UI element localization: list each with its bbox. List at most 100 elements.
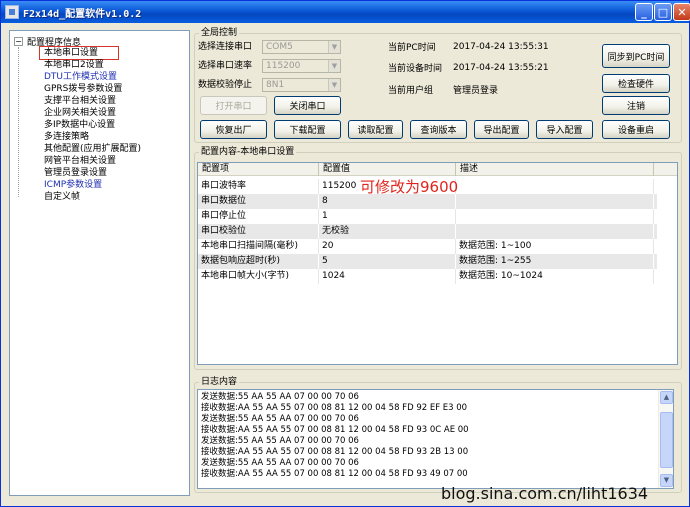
config-tree[interactable]: − 配置程序信息 本地串口设置 本地串口2设置 DTU工作模式设置 GPRS拨号参数设…: [9, 30, 190, 496]
table-cell-item[interactable]: 本地串口帧大小(字节): [198, 269, 319, 284]
parity-select[interactable]: 8N1 ▼: [262, 78, 341, 92]
chevron-down-icon[interactable]: ▼: [328, 60, 340, 72]
log-line: 接收数据:AA 55 AA 55 07 00 08 81 12 00 04 58…: [201, 447, 469, 457]
log-scrollbar[interactable]: ▲ ▼: [658, 390, 673, 488]
read-config-button[interactable]: 读取配置: [348, 120, 403, 139]
tree-item[interactable]: 自定义帧: [44, 191, 80, 203]
restart-device-button[interactable]: 设备重启: [602, 120, 670, 139]
tree-item[interactable]: 企业网关相关设置: [44, 107, 116, 119]
table-row[interactable]: 串口校验位 无校验: [198, 224, 657, 239]
log-line: 发送数据:55 AA 55 AA 07 00 00 70 06: [201, 414, 359, 424]
port-value: COM5: [266, 42, 293, 52]
parity-label: 数据校验停止: [198, 80, 253, 90]
chevron-down-icon[interactable]: ▼: [328, 79, 340, 91]
group-label: 日志内容: [199, 377, 240, 388]
device-time-value: 2017-04-24 13:55:21: [453, 63, 549, 73]
edit-annotation: 可修改为9600: [360, 178, 459, 196]
tree-root[interactable]: − 配置程序信息: [14, 35, 82, 48]
table-row[interactable]: 本地串口帧大小(字节) 1024 数据范围: 10~1024: [198, 269, 657, 284]
table-cell-item[interactable]: 数据包响应超时(秒): [198, 254, 319, 269]
close-icon: ✕: [677, 5, 687, 19]
open-port-button[interactable]: 打开串口: [200, 96, 267, 115]
table-cell-item[interactable]: 串口停止位: [198, 209, 319, 224]
column-header-item[interactable]: 配置项: [198, 163, 319, 176]
factory-reset-button[interactable]: 恢复出厂: [200, 120, 267, 139]
table-cell-desc[interactable]: [456, 209, 654, 224]
table-cell-desc[interactable]: 数据范围: 1~100: [456, 239, 654, 254]
logout-button[interactable]: 注销: [602, 96, 670, 115]
close-button[interactable]: ✕: [673, 3, 690, 21]
export-config-button[interactable]: 导出配置: [474, 120, 529, 139]
check-hardware-button[interactable]: 检查硬件: [602, 74, 670, 93]
tree-item[interactable]: 支撑平台相关设置: [44, 95, 116, 107]
tree-item[interactable]: DTU工作模式设置: [44, 71, 117, 83]
download-config-button[interactable]: 下载配置: [274, 120, 341, 139]
table-cell-value[interactable]: 20: [319, 239, 456, 254]
group-label: 配置内容-本地串口设置: [199, 147, 297, 158]
port-select[interactable]: COM5 ▼: [262, 40, 341, 54]
table-row[interactable]: 串口停止位 1: [198, 209, 657, 224]
baud-value: 115200: [266, 61, 301, 71]
tree-item[interactable]: 本地串口2设置: [44, 59, 104, 71]
table-cell-value[interactable]: 无校验: [319, 224, 456, 239]
group-label: 全局控制: [199, 28, 240, 39]
table-cell-desc[interactable]: [456, 179, 654, 194]
scroll-up-icon[interactable]: ▲: [660, 391, 673, 404]
column-header-value[interactable]: 配置值: [319, 163, 456, 176]
log-line: 发送数据:55 AA 55 AA 07 00 00 70 06: [201, 458, 359, 468]
query-version-button[interactable]: 查询版本: [410, 120, 467, 139]
minimize-button[interactable]: _: [635, 3, 653, 21]
pc-time-label: 当前PC时间: [388, 43, 436, 53]
table-cell-desc[interactable]: 数据范围: 1~255: [456, 254, 654, 269]
table-header: 配置项 配置值 描述: [198, 163, 677, 176]
table-row[interactable]: 本地串口扫描间隔(毫秒) 20 数据范围: 1~100: [198, 239, 657, 254]
scroll-down-icon[interactable]: ▼: [660, 474, 673, 487]
table-cell-desc[interactable]: [456, 194, 654, 209]
log-line: 发送数据:55 AA 55 AA 07 00 00 70 06: [201, 392, 359, 402]
table-row[interactable]: 数据包响应超时(秒) 5 数据范围: 1~255: [198, 254, 657, 269]
log-line: 接收数据:AA 55 AA 55 07 00 08 81 12 00 04 58…: [201, 425, 469, 435]
maximize-icon: □: [657, 5, 669, 19]
parity-value: 8N1: [266, 80, 285, 90]
chevron-down-icon[interactable]: ▼: [328, 41, 340, 53]
tree-root-label: 配置程序信息: [27, 37, 82, 48]
baud-label: 选择串口速率: [198, 61, 253, 71]
minimize-icon: _: [641, 5, 647, 19]
log-textbox[interactable]: 发送数据:55 AA 55 AA 07 00 00 70 06 接收数据:AA 5…: [197, 389, 674, 489]
maximize-button[interactable]: □: [654, 3, 672, 21]
tree-item[interactable]: ICMP参数设置: [44, 179, 102, 191]
sync-pc-time-button[interactable]: 同步到PC时间: [602, 44, 670, 68]
table-cell-desc[interactable]: [456, 224, 654, 239]
close-port-button[interactable]: 关闭串口: [274, 96, 341, 115]
table-cell-desc[interactable]: 数据范围: 10~1024: [456, 269, 654, 284]
table-cell-item[interactable]: 串口校验位: [198, 224, 319, 239]
watermark: blog.sina.com.cn/liht1634: [441, 484, 649, 503]
device-time-label: 当前设备时间: [388, 64, 443, 74]
app-window: F2x14d_配置软件v1.0.2 _ □ ✕ − 配置程序信息 本地串口设置本…: [0, 0, 690, 507]
tree-item[interactable]: 网管平台相关设置: [44, 155, 116, 167]
port-label: 选择连接串口: [198, 42, 253, 52]
column-header-desc[interactable]: 描述: [456, 163, 654, 176]
table-cell-item[interactable]: 串口波特率: [198, 179, 319, 194]
tree-item[interactable]: 多IP数据中心设置: [44, 119, 115, 131]
scroll-thumb[interactable]: [660, 412, 673, 468]
log-line: 发送数据:55 AA 55 AA 07 00 00 70 06: [201, 436, 359, 446]
title-bar[interactable]: F2x14d_配置软件v1.0.2 _ □ ✕: [1, 1, 690, 23]
baud-select[interactable]: 115200 ▼: [262, 59, 341, 73]
table-cell-item[interactable]: 串口数据位: [198, 194, 319, 209]
window-title: F2x14d_配置软件v1.0.2: [23, 9, 142, 20]
user-group-label: 当前用户组: [388, 86, 434, 96]
table-cell-value[interactable]: 5: [319, 254, 456, 269]
collapse-icon[interactable]: −: [14, 36, 23, 46]
table-cell-value[interactable]: 1: [319, 209, 456, 224]
tree-item[interactable]: 本地串口设置: [38, 46, 120, 60]
import-config-button[interactable]: 导入配置: [536, 120, 593, 139]
table-cell-value[interactable]: 1024: [319, 269, 456, 284]
user-group-value: 管理员登录: [453, 86, 499, 96]
table-cell-item[interactable]: 本地串口扫描间隔(毫秒): [198, 239, 319, 254]
tree-item[interactable]: 多连接策略: [44, 131, 89, 143]
pc-time-value: 2017-04-24 13:55:31: [453, 42, 549, 52]
tree-item[interactable]: GPRS拨号参数设置: [44, 83, 122, 95]
tree-item[interactable]: 其他配置(应用扩展配置): [44, 143, 141, 155]
tree-item[interactable]: 管理员登录设置: [44, 167, 107, 179]
